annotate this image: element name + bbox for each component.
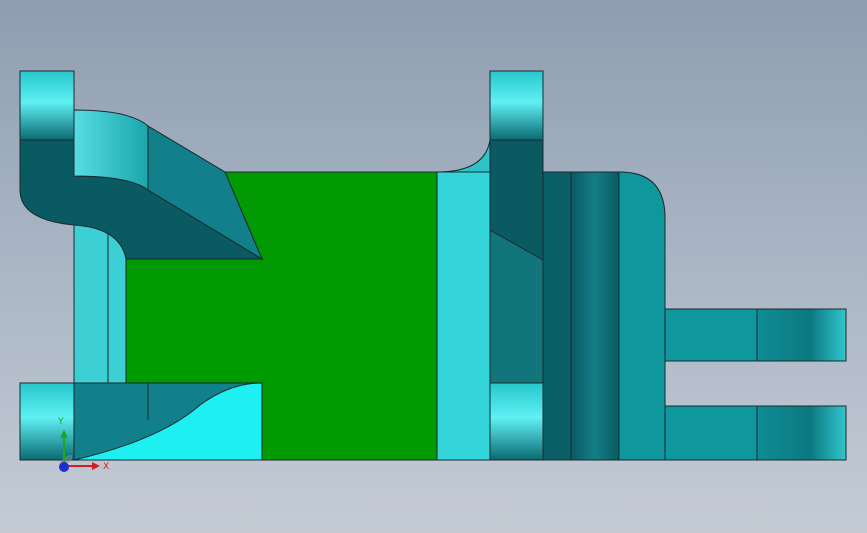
cyan-band — [436, 171, 491, 461]
lower-right-tab-end — [756, 405, 847, 461]
bottom-right-boss — [489, 382, 544, 461]
z-axis-dot — [59, 462, 69, 472]
x-axis-label: X — [103, 462, 109, 472]
upper-right-tab-end — [756, 308, 847, 362]
bottom-left-boss — [19, 382, 75, 461]
graphics-viewport[interactable]: Y X — [0, 0, 867, 533]
lower-right-tab — [664, 405, 758, 461]
cad-model-view[interactable]: Y X — [0, 0, 867, 533]
right-body-band-cylinder — [570, 171, 620, 461]
y-axis-label: Y — [57, 417, 64, 427]
upper-right-tab — [664, 308, 758, 362]
left-column — [73, 224, 127, 384]
cyan-band-curve — [436, 139, 491, 173]
right-body-band-dark — [542, 171, 572, 461]
top-left-boss — [19, 70, 75, 141]
top-right-boss — [489, 70, 544, 141]
